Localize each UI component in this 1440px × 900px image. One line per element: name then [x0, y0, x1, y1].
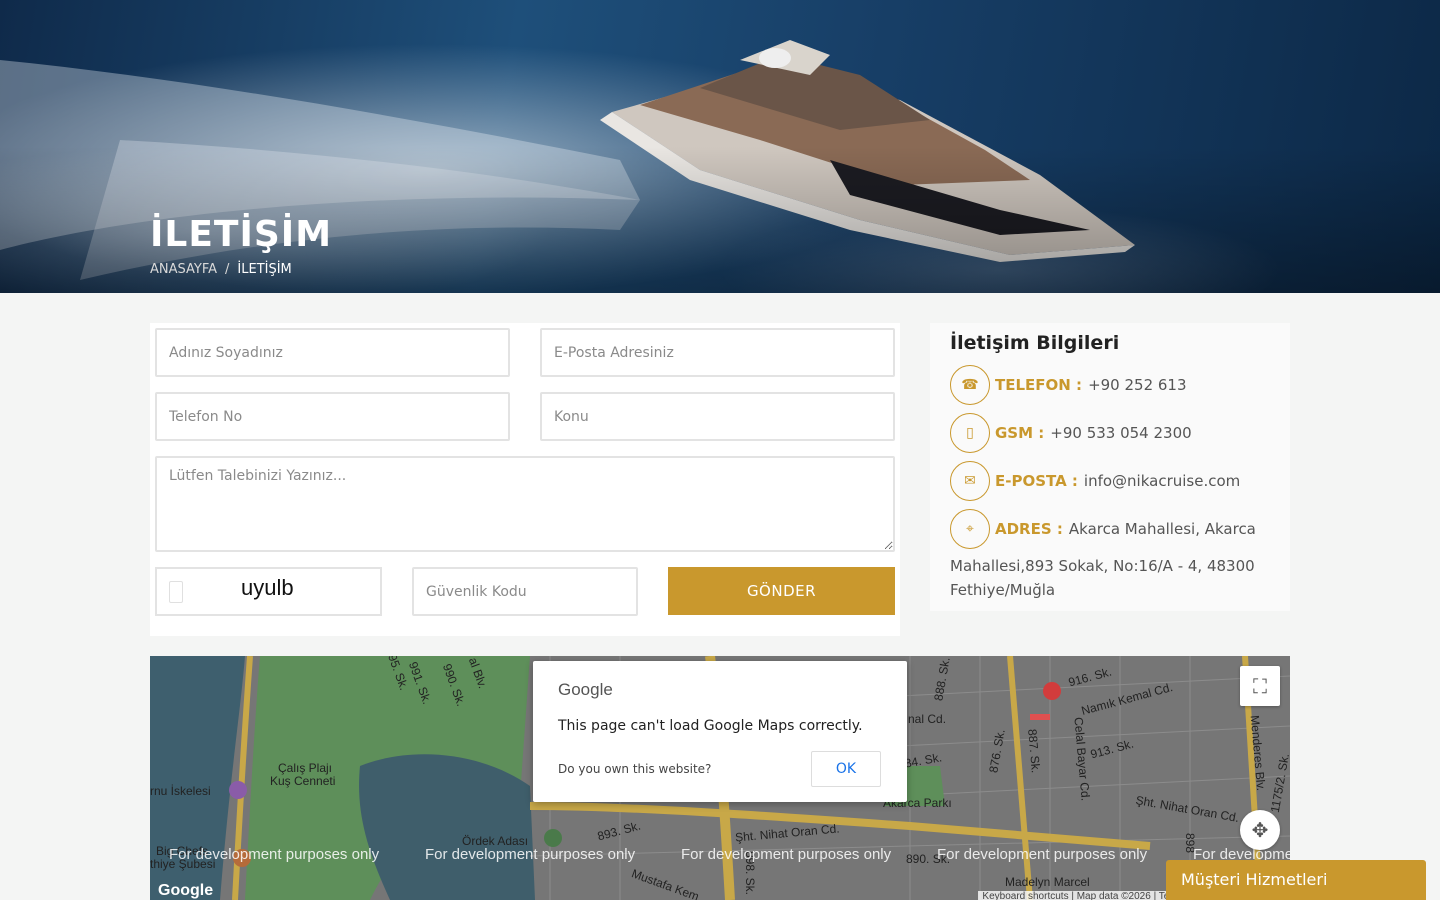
map-place-label: Madelyn Marcel	[1005, 875, 1090, 889]
captcha-box: uyulb	[155, 567, 382, 616]
phone-icon: ☎	[950, 365, 990, 405]
captcha-refresh-icon[interactable]	[169, 581, 183, 603]
breadcrumb-current: İLETİŞİM	[237, 262, 292, 277]
gsm-value[interactable]: +90 533 054 2300	[1050, 424, 1191, 442]
breadcrumb-separator: /	[225, 262, 230, 277]
email-label: E-POSTA :	[995, 472, 1078, 490]
mobile-icon: ▯	[950, 413, 990, 453]
fullscreen-icon[interactable]: ⛶	[1240, 666, 1280, 706]
map-place-label: Çalış Plajı	[278, 761, 333, 775]
email-value[interactable]: info@nikacruise.com	[1084, 472, 1240, 490]
email-input[interactable]	[540, 328, 895, 377]
address-row: ⌖ ADRES : Akarca Mahallesi, Akarca	[950, 509, 1256, 549]
customer-service-button[interactable]: Müşteri Hizmetleri	[1166, 860, 1426, 900]
captcha-code: uyulb	[241, 575, 294, 600]
security-code-input[interactable]	[412, 567, 638, 616]
subject-input[interactable]	[540, 392, 895, 441]
phone-value[interactable]: +90 252 613	[1088, 376, 1186, 394]
phone-input[interactable]	[155, 392, 510, 441]
dialog-google-logo: Google	[558, 680, 613, 699]
email-row: ✉ E-POSTA : info@nikacruise.com	[950, 461, 1240, 501]
gsm-row: ▯ GSM : +90 533 054 2300	[950, 413, 1192, 453]
map-street-label: nal Cd.	[908, 712, 947, 726]
phone-row: ☎ TELEFON : +90 252 613	[950, 365, 1187, 405]
address-value-rest: Mahallesi,893 Sokak, No:16/A - 4, 48300 …	[950, 557, 1255, 599]
contact-info-title: İletişim Bilgileri	[950, 332, 1120, 354]
map-error-dialog: Google This page can't load Google Maps …	[533, 661, 907, 802]
dialog-ok-button[interactable]: OK	[811, 751, 881, 787]
address-label: ADRES :	[995, 520, 1063, 538]
name-input[interactable]	[155, 328, 510, 377]
map-place-label: Kuş Cenneti	[270, 774, 336, 788]
gsm-label: GSM :	[995, 424, 1045, 442]
contact-form: uyulb GÖNDER	[150, 323, 900, 636]
address-value-first: Akarca Mahallesi, Akarca	[1068, 520, 1256, 538]
dev-watermark: For development purposes only	[425, 846, 636, 863]
submit-button[interactable]: GÖNDER	[668, 567, 895, 615]
dev-watermark: For development purposes only	[681, 846, 892, 863]
breadcrumb-home-link[interactable]: ANASAYFA	[150, 262, 217, 277]
google-logo: Google	[158, 882, 214, 899]
dev-watermark: For development purposes only	[169, 846, 380, 863]
map-attribution[interactable]: Keyboard shortcuts | Map data ©2026 | Te…	[978, 891, 1180, 900]
contact-info-card: İletişim Bilgileri ☎ TELEFON : +90 252 6…	[930, 323, 1290, 611]
breadcrumb: ANASAYFA / İLETİŞİM	[150, 262, 292, 277]
dev-watermark: For development purposes only	[937, 846, 1148, 863]
map-pan-icon[interactable]: ✥	[1240, 810, 1280, 850]
dialog-own-site-link[interactable]: Do you own this website?	[558, 762, 711, 776]
map-marker-icon: ⌖	[950, 509, 990, 549]
message-textarea[interactable]	[155, 456, 895, 552]
page-title: İLETİŞİM	[150, 214, 333, 255]
hero-banner: İLETİŞİM ANASAYFA / İLETİŞİM	[0, 0, 1440, 293]
envelope-icon: ✉	[950, 461, 990, 501]
map-place-label: rnu İskelesi	[150, 784, 211, 798]
phone-label: TELEFON :	[995, 376, 1083, 394]
dialog-message: This page can't load Google Maps correct…	[558, 718, 863, 734]
